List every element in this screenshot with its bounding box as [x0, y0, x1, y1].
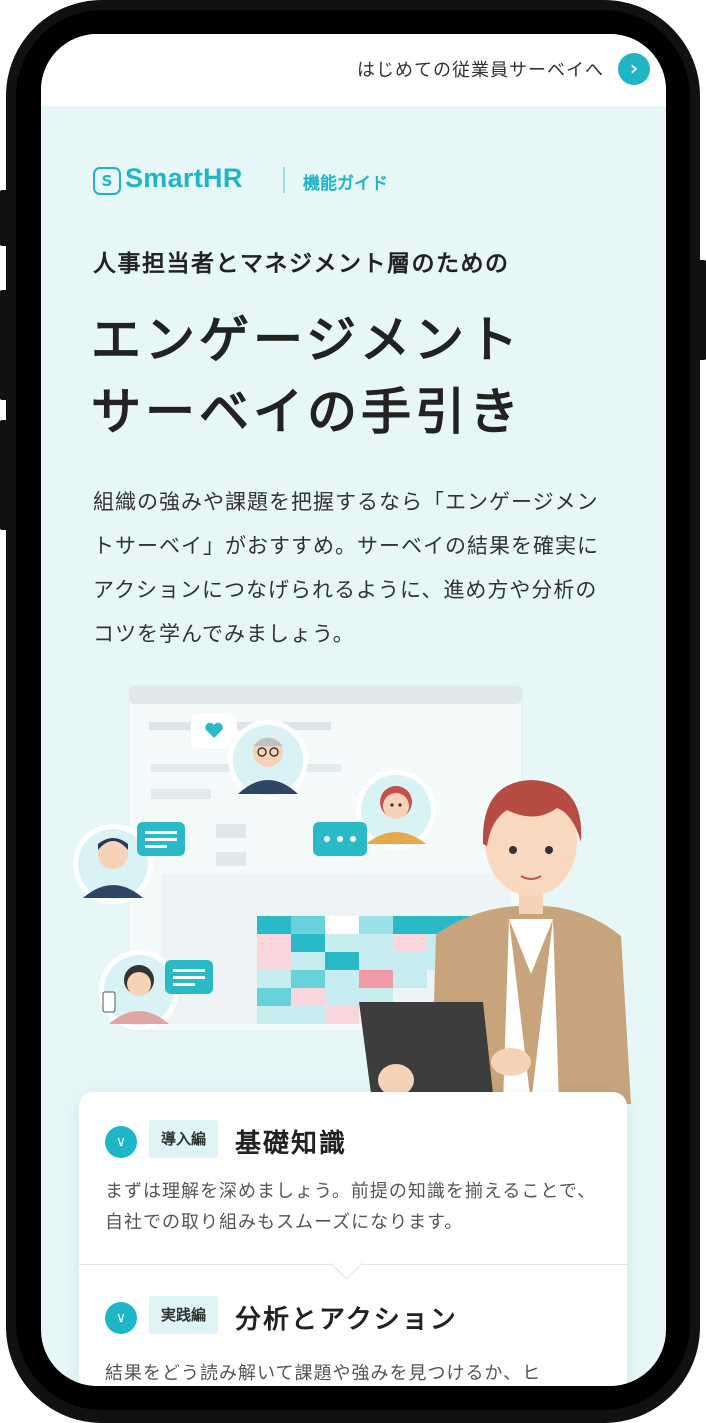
title-line-1: エンゲージメント [91, 311, 522, 369]
chevron-down-icon[interactable]: ∨ [105, 1302, 137, 1334]
title-line-2: サーベイの手引き [91, 383, 523, 441]
lead-text: 組織の強みや課題を把握するなら「エンゲージメントサーベイ」がおすすめ。サーベイの… [93, 490, 599, 646]
section-title[interactable]: 分析とアクション [235, 1299, 458, 1336]
guide-label: 機能ガイド [303, 174, 388, 194]
logo-text[interactable]: SmartHR [125, 163, 243, 194]
brand-divider [283, 167, 285, 193]
top-bar: はじめての従業員サーベイへ › [41, 34, 666, 106]
section-basics[interactable]: ∨ 導入編 基礎知識 まずは理解を深めましょう。前提の知識を揃えることで、自社で… [79, 1092, 627, 1264]
section-description: 結果をどう読み解いて課題や強みを見つけるか、ヒ [105, 1363, 542, 1384]
page-kicker: 人事担当者とマネジメント層のための [93, 251, 510, 277]
section-cards: ∨ 導入編 基礎知識 まずは理解を深めましょう。前提の知識を揃えることで、自社で… [79, 1092, 627, 1386]
section-analysis[interactable]: ∨ 実践編 分析とアクション 結果をどう読み解いて課題や強みを見つけるか、ヒ [79, 1264, 627, 1386]
chevron-right-icon[interactable]: › [618, 53, 650, 85]
hero-illustration [73, 685, 631, 1104]
avatar-employee-woman [356, 770, 436, 850]
chevron-down-icon[interactable]: ∨ [105, 1126, 137, 1158]
section-tag: 導入編 [149, 1120, 219, 1158]
message-bubble [165, 960, 213, 994]
typing-bubble [313, 822, 367, 856]
avatar-manager [228, 720, 308, 800]
screen: はじめての従業員サーベイへ › S SmartHR 機能ガイド 人事担当者とマネ… [41, 34, 666, 1386]
phone-mockup: はじめての従業員サーベイへ › S SmartHR 機能ガイド 人事担当者とマネ… [0, 0, 706, 1423]
heart-bubble [191, 714, 237, 748]
message-bubble [137, 822, 185, 856]
first-survey-link[interactable]: はじめての従業員サーベイへ [357, 56, 604, 82]
page-title: エンゲージメント サーベイの手引き [91, 304, 523, 448]
section-description: まずは理解を深めましょう。前提の知識を揃えることで、自社での取り組みもスムーズに… [105, 1181, 597, 1233]
smarthr-s-icon: S [93, 167, 121, 195]
section-tag: 実践編 [149, 1296, 219, 1334]
section-title[interactable]: 基礎知識 [235, 1123, 347, 1160]
